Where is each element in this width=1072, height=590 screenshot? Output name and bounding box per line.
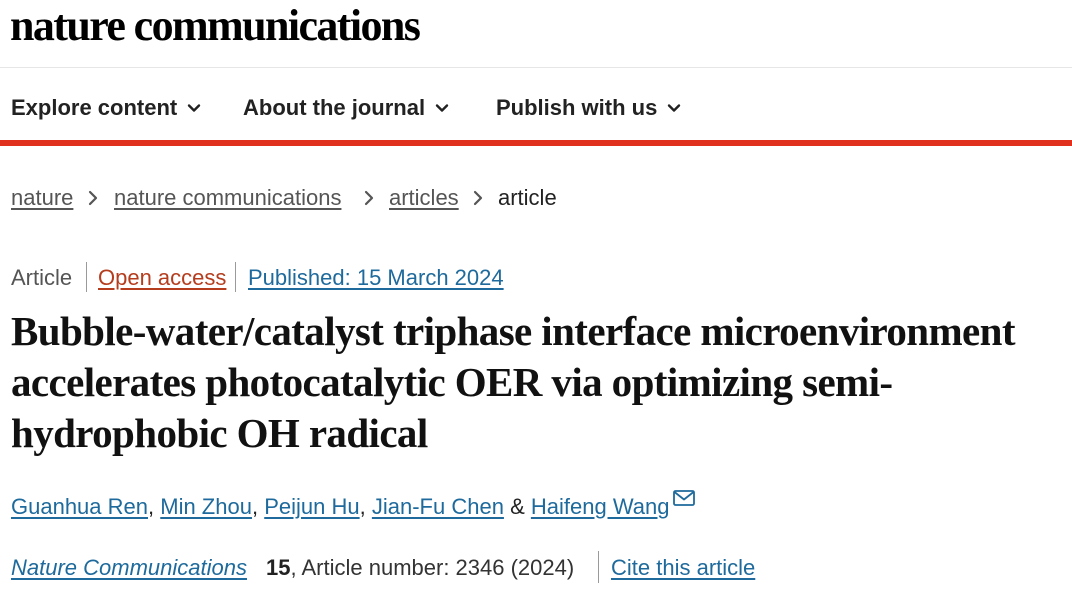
volume-number: 15 xyxy=(266,555,291,580)
breadcrumb-item-articles[interactable]: articles xyxy=(389,184,459,212)
site-logo[interactable]: nature communications xyxy=(10,2,421,50)
nav-item-label: Explore content xyxy=(11,95,178,120)
author-ampersand: & xyxy=(510,494,525,519)
citation-details: 15, Article number: 2346 (2024) xyxy=(266,554,574,582)
author-link[interactable]: Guanhua Ren xyxy=(11,494,148,519)
breadcrumb-link[interactable]: articles xyxy=(389,185,459,210)
article-number: , Article number: 2346 (2024) xyxy=(290,555,575,580)
author-link[interactable]: Min Zhou xyxy=(160,494,252,519)
author-link[interactable]: Jian-Fu Chen xyxy=(372,494,504,519)
breadcrumb-link[interactable]: nature xyxy=(11,185,73,210)
divider xyxy=(86,262,87,292)
breadcrumb-item-nature-communications[interactable]: nature communications xyxy=(114,184,341,212)
chevron-right-icon xyxy=(364,190,374,206)
breadcrumb-item-nature[interactable]: nature xyxy=(11,184,73,212)
chevron-right-icon xyxy=(473,190,483,206)
author-link[interactable]: Peijun Hu xyxy=(264,494,359,519)
author-separator: , xyxy=(251,494,259,519)
nav-publish-with-us[interactable]: Publish with us xyxy=(496,94,681,122)
author-separator: , xyxy=(359,494,366,519)
author-list: Guanhua Ren, Min Zhou, Peijun Hu, Jian-F… xyxy=(11,490,696,521)
chevron-right-icon xyxy=(88,190,98,206)
nav-explore-content[interactable]: Explore content xyxy=(11,94,201,122)
breadcrumb-current: article xyxy=(498,185,557,210)
nav-item-label: About the journal xyxy=(243,95,426,120)
cite-this-article-link[interactable]: Cite this article xyxy=(611,554,755,582)
divider xyxy=(598,551,599,583)
article-title: Bubble-water/catalyst triphase interface… xyxy=(11,308,1016,456)
published-date[interactable]: Published: 15 March 2024 xyxy=(248,264,504,292)
nav-about-journal[interactable]: About the journal xyxy=(243,94,449,122)
chevron-down-icon xyxy=(667,101,681,115)
open-access-link[interactable]: Open access xyxy=(98,264,226,292)
author-separator: , xyxy=(148,494,155,519)
breadcrumb-link[interactable]: nature communications xyxy=(114,185,341,210)
mail-icon[interactable] xyxy=(673,490,696,506)
chevron-down-icon xyxy=(187,101,201,115)
article-type: Article xyxy=(11,265,73,290)
chevron-down-icon xyxy=(435,101,449,115)
site-header: nature communications xyxy=(0,0,1072,68)
journal-link[interactable]: Nature Communications xyxy=(11,554,247,582)
divider xyxy=(235,262,236,292)
nav-item-label: Publish with us xyxy=(496,95,658,120)
author-link[interactable]: Haifeng Wang xyxy=(531,494,670,519)
